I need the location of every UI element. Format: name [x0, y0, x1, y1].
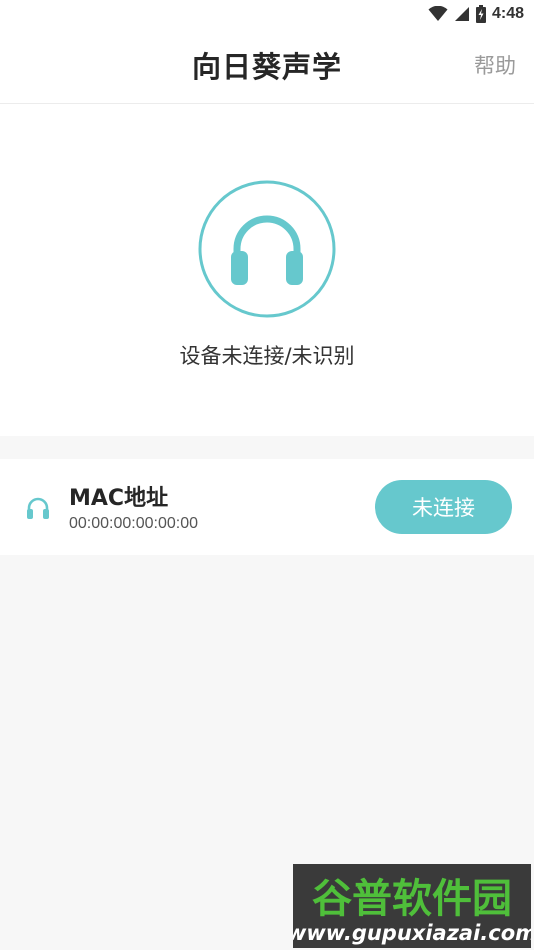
wifi-icon [428, 6, 448, 21]
headphones-icon [27, 497, 49, 519]
app-screen: 4:48 向日葵声学 帮助 设备未连接/未识别 MAC地址 00:00:00:0… [0, 0, 534, 950]
mac-address-label: MAC地址 [69, 486, 169, 511]
device-status-panel: 设备未连接/未识别 [0, 104, 534, 436]
app-header: 向日葵声学 帮助 [0, 28, 534, 104]
watermark-logo: 谷普软件园 www.gupuxiazai.com [293, 864, 531, 948]
watermark-brand: 谷普软件园 [312, 876, 512, 922]
mac-address-value: 00:00:00:00:00:00 [69, 515, 199, 532]
status-time: 4:48 [491, 5, 524, 22]
cell-signal-icon [454, 7, 469, 21]
status-icons: 4:48 [428, 4, 524, 24]
headphones-icon [198, 180, 336, 318]
device-status-text: 设备未连接/未识别 [179, 344, 355, 368]
status-bar: 4:48 [0, 0, 534, 28]
watermark-url: www.gupuxiazai.com [293, 921, 531, 945]
connect-status-button[interactable]: 未连接 [375, 480, 512, 534]
help-button[interactable]: 帮助 [474, 50, 516, 80]
page-title: 向日葵声学 [191, 50, 342, 84]
battery-charging-icon [475, 5, 486, 23]
device-card: MAC地址 00:00:00:00:00:00 未连接 [0, 459, 534, 555]
